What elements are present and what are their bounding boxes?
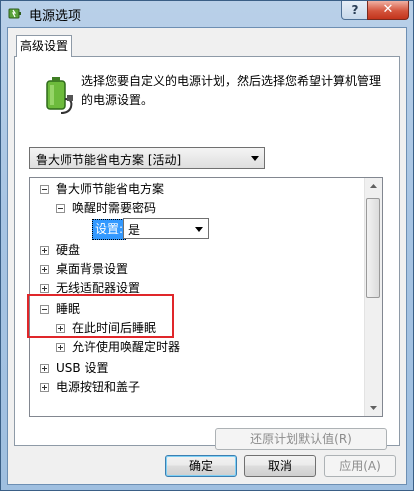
expand-icon[interactable] (56, 343, 65, 352)
help-icon: ? (351, 3, 359, 17)
tree-item-desktop-background[interactable]: 桌面背景设置 (40, 260, 128, 279)
close-icon: ✕ (382, 2, 394, 17)
tree-item-power-buttons-lid[interactable]: 电源按钮和盖子 (40, 378, 140, 397)
dialog-client: 高级设置 选择您要自定义的电源计划，然后选择您希望计算机管理的电源设置。 鲁大师… (7, 27, 407, 485)
power-options-window: 电源选项 ? ✕ 高级设置 选择您要自定义的电源计划，然后选择您希望计算机管理的… (0, 0, 414, 491)
tree-item-usb-settings[interactable]: USB 设置 (40, 359, 108, 378)
expand-icon[interactable] (40, 383, 49, 392)
advanced-settings-panel: 选择您要自定义的电源计划，然后选择您希望计算机管理的电源设置。 鲁大师节能省电方… (14, 56, 400, 450)
power-plan-selected: 鲁大师节能省电方案 [活动] (36, 153, 182, 167)
tree-item-label: 鲁大师节能省电方案 (56, 182, 165, 196)
expand-icon[interactable] (40, 364, 49, 373)
tree-item-label: 允许使用唤醒定时器 (72, 340, 181, 354)
cancel-button[interactable]: 取消 (244, 455, 316, 477)
window-title: 电源选项 (29, 9, 82, 24)
collapse-icon[interactable] (40, 185, 49, 194)
power-options-icon (8, 8, 21, 19)
setting-value-dropdown[interactable]: 是 (123, 218, 209, 239)
setting-label: 设置: (92, 219, 127, 240)
tree-item-label: 桌面背景设置 (56, 262, 129, 276)
tree-item-label: 电源按钮和盖子 (56, 380, 141, 394)
ok-button[interactable]: 确定 (165, 455, 237, 477)
tab-advanced-settings[interactable]: 高级设置 (16, 35, 72, 57)
tree-item-wake-timers[interactable]: 允许使用唤醒定时器 (56, 338, 180, 357)
expand-icon[interactable] (40, 265, 49, 274)
tree-scrollbar[interactable] (364, 178, 382, 416)
collapse-icon[interactable] (56, 204, 65, 213)
plan-description: 选择您要自定义的电源计划，然后选择您希望计算机管理的电源设置。 (81, 74, 382, 107)
tree-item-label: USB 设置 (56, 361, 109, 375)
scroll-up-icon[interactable] (365, 178, 382, 195)
power-plan-dropdown[interactable]: 鲁大师节能省电方案 [活动] (29, 147, 265, 169)
apply-button[interactable]: 应用(A) (324, 455, 396, 477)
restore-defaults-button[interactable]: 还原计划默认值(R) (215, 428, 387, 450)
scrollbar-thumb[interactable] (366, 198, 380, 298)
tree-item-label: 唤醒时需要密码 (72, 201, 157, 215)
chevron-down-icon (251, 156, 259, 161)
setting-value: 是 (128, 223, 141, 237)
tree-item-label: 无线适配器设置 (56, 281, 141, 295)
expand-icon[interactable] (40, 284, 49, 293)
chevron-down-icon (195, 227, 203, 232)
battery-plug-icon (46, 77, 73, 114)
scroll-down-icon[interactable] (365, 399, 382, 416)
tree-item-plan[interactable]: 鲁大师节能省电方案 (40, 180, 164, 199)
help-button[interactable]: ? (341, 1, 369, 20)
tree-item-hard-disk[interactable]: 硬盘 (40, 241, 80, 260)
tree-item-label: 硬盘 (56, 243, 81, 257)
close-button[interactable]: ✕ (367, 1, 409, 20)
red-highlight-box (27, 294, 174, 338)
title-bar[interactable]: 电源选项 ? ✕ (1, 1, 413, 27)
tree-item-wake-password[interactable]: 唤醒时需要密码 (56, 199, 156, 218)
expand-icon[interactable] (40, 246, 49, 255)
